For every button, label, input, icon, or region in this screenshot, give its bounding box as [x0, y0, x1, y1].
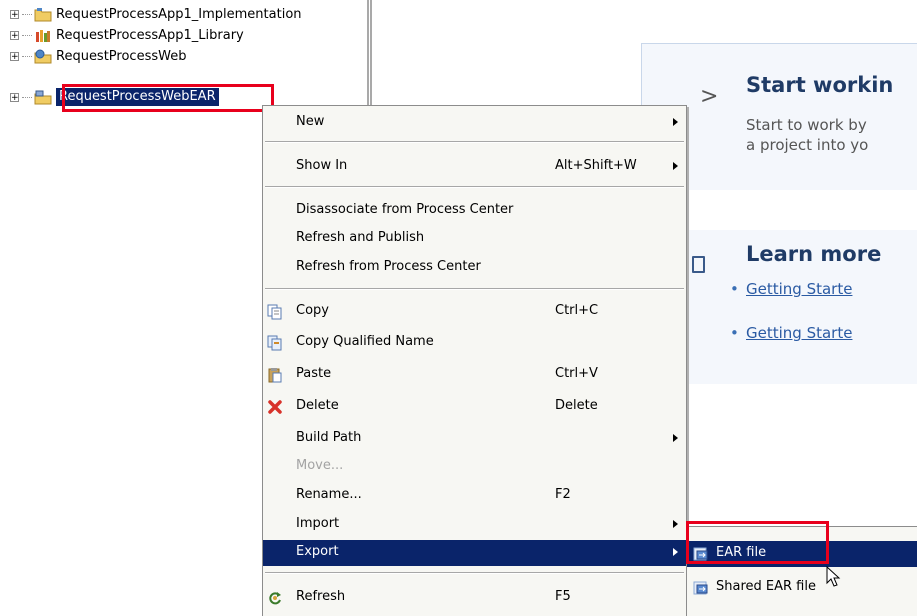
- start-text-line: Start to work by: [746, 116, 867, 134]
- expand-icon[interactable]: +: [10, 92, 19, 102]
- menu-separator: [265, 288, 684, 290]
- context-menu: New Show In Alt+Shift+W Disassociate fro…: [262, 105, 687, 616]
- menu-separator: [265, 572, 684, 574]
- menu-item-label: Show In: [296, 158, 348, 173]
- submenu-arrow-icon: [673, 118, 678, 126]
- menu-item-show-in[interactable]: Show In Alt+Shift+W: [263, 154, 686, 180]
- project-folder-icon: [34, 7, 52, 22]
- tree-item-library[interactable]: + RequestProcessApp1_Library: [10, 25, 244, 45]
- copy-qualified-name-icon: [267, 335, 283, 351]
- menu-item-shortcut: Delete: [555, 398, 598, 413]
- menu-item-label: Build Path: [296, 430, 362, 445]
- menu-item-refresh-from-process-center[interactable]: Refresh from Process Center: [263, 255, 686, 281]
- paste-icon: [267, 367, 283, 383]
- menu-item-label: Delete: [296, 398, 339, 413]
- menu-item-shortcut: Ctrl+V: [555, 366, 598, 381]
- menu-separator: [265, 141, 684, 143]
- tree-item-web[interactable]: + RequestProcessWeb: [10, 46, 186, 66]
- tree-connector: [22, 96, 32, 98]
- menu-item-shortcut: F5: [555, 589, 571, 604]
- menu-item-rename[interactable]: Rename... F2: [263, 483, 686, 509]
- view-divider[interactable]: [367, 0, 372, 105]
- menu-item-refresh-and-publish[interactable]: Refresh and Publish: [263, 226, 686, 252]
- submenu-item-label: Shared EAR file: [716, 579, 816, 594]
- menu-item-build-path[interactable]: Build Path: [263, 426, 686, 452]
- submenu-item-shared-ear-file[interactable]: Shared EAR file: [687, 575, 917, 601]
- menu-item-label: Refresh from Process Center: [296, 259, 481, 274]
- tree-item-implementation[interactable]: + RequestProcessApp1_Implementation: [10, 4, 302, 24]
- expand-icon[interactable]: +: [10, 9, 19, 19]
- menu-item-label: Paste: [296, 366, 332, 381]
- highlight-box: [62, 84, 274, 112]
- getting-started-link[interactable]: Getting Starte: [746, 280, 852, 298]
- menu-item-copy[interactable]: Copy Ctrl+C: [263, 299, 686, 325]
- submenu-arrow-icon: [673, 434, 678, 442]
- menu-item-label: Refresh and Publish: [296, 230, 425, 245]
- menu-item-label: New: [296, 114, 325, 129]
- start-working-heading[interactable]: Start workin: [746, 73, 893, 97]
- submenu-arrow-icon: [673, 162, 678, 170]
- menu-item-shortcut: Ctrl+C: [555, 303, 599, 318]
- getting-started-link[interactable]: Getting Starte: [746, 324, 852, 342]
- menu-item-label: Import: [296, 516, 340, 531]
- menu-item-label: Disassociate from Process Center: [296, 202, 514, 217]
- menu-item-export[interactable]: Export: [263, 540, 686, 566]
- bullet: •: [730, 280, 739, 298]
- learn-more-heading: Learn more: [746, 242, 882, 266]
- menu-item-label: Copy: [296, 303, 329, 318]
- submenu-arrow-icon: [673, 548, 678, 556]
- bullet: •: [730, 324, 739, 342]
- library-icon: [34, 28, 52, 43]
- highlight-box: [686, 521, 829, 564]
- tree-connector: [22, 34, 32, 36]
- expand-icon[interactable]: +: [10, 30, 19, 40]
- web-project-icon: [34, 49, 52, 64]
- start-text-line: a project into yo: [746, 136, 869, 154]
- menu-item-delete[interactable]: Delete Delete: [263, 394, 686, 420]
- menu-item-new[interactable]: New: [263, 110, 686, 136]
- menu-item-shortcut: F2: [555, 487, 571, 502]
- menu-item-label: Copy Qualified Name: [296, 334, 434, 349]
- menu-item-disassociate[interactable]: Disassociate from Process Center: [263, 198, 686, 224]
- tree-connector: [22, 55, 32, 57]
- menu-item-refresh[interactable]: Refresh F5: [263, 585, 686, 611]
- menu-item-import[interactable]: Import: [263, 512, 686, 538]
- menu-item-label: Export: [296, 544, 339, 559]
- delete-icon: [267, 399, 283, 415]
- menu-item-move: Move...: [263, 454, 686, 480]
- tree-item-label: RequestProcessApp1_Library: [56, 27, 244, 43]
- menu-item-label: Move...: [296, 458, 344, 473]
- start-working-text: Start to work by a project into yo: [746, 115, 868, 155]
- tree-item-label: RequestProcessWeb: [56, 48, 187, 64]
- expand-icon[interactable]: +: [10, 51, 19, 61]
- menu-item-label: Refresh: [296, 589, 346, 604]
- menu-item-label: Rename...: [296, 487, 362, 502]
- ear-project-icon: [34, 90, 52, 105]
- book-icon: [692, 256, 705, 273]
- tree-item-label: RequestProcessApp1_Implementation: [56, 6, 302, 22]
- menu-item-paste[interactable]: Paste Ctrl+V: [263, 362, 686, 388]
- tree-connector: [22, 13, 32, 15]
- submenu-arrow-icon: [673, 520, 678, 528]
- shared-ear-file-icon: [693, 580, 709, 596]
- menu-separator: [265, 186, 684, 188]
- menu-item-shortcut: Alt+Shift+W: [555, 158, 637, 173]
- chevron-right-icon[interactable]: >: [700, 84, 718, 109]
- mouse-pointer-icon: [826, 566, 841, 587]
- copy-icon: [267, 304, 283, 320]
- menu-item-copy-qualified-name[interactable]: Copy Qualified Name: [263, 330, 686, 356]
- refresh-icon: [267, 590, 283, 606]
